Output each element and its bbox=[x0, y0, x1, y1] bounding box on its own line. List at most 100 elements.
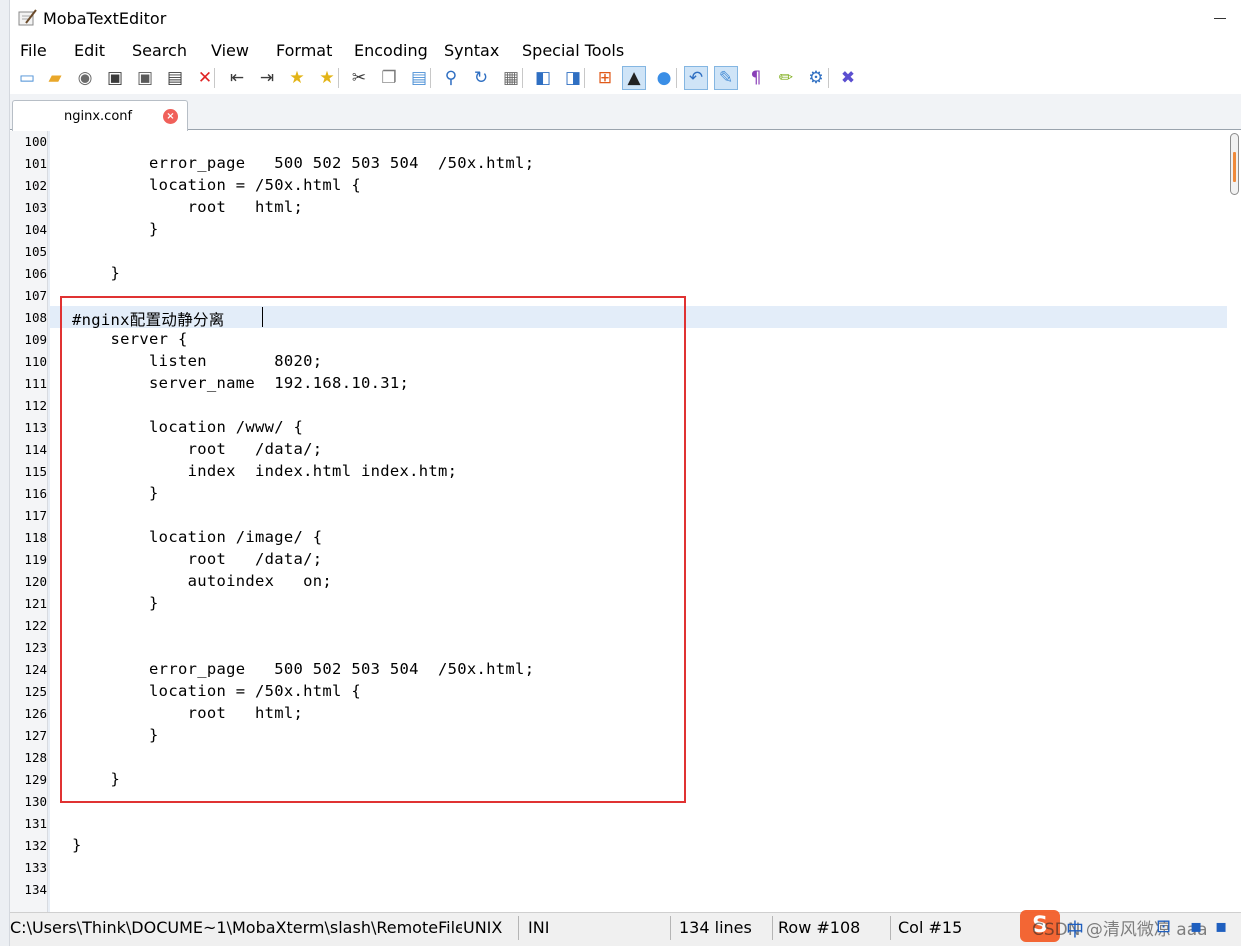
toolbar-separator bbox=[214, 68, 215, 88]
window-left-edge bbox=[0, 0, 10, 946]
window-title: MobaTextEditor bbox=[43, 9, 167, 28]
line-number: 100 bbox=[24, 134, 47, 149]
tray-icon[interactable]: ▪ bbox=[1190, 916, 1202, 937]
new-file-button[interactable]: ▭ bbox=[15, 66, 39, 90]
line-number: 110 bbox=[24, 354, 47, 369]
menu-bar: File Edit Search View Format Encoding Sy… bbox=[10, 38, 1241, 64]
line-number: 121 bbox=[24, 596, 47, 611]
menu-view[interactable]: View bbox=[209, 41, 251, 60]
code-line[interactable]: } bbox=[72, 220, 159, 238]
fold-margin bbox=[48, 131, 50, 912]
new-file-icon: ▭ bbox=[18, 68, 36, 88]
tab-nginx-conf[interactable]: nginx.conf × bbox=[12, 100, 188, 131]
highlight-button[interactable]: ✏ bbox=[774, 66, 798, 90]
open-folder-button[interactable]: ▰ bbox=[43, 66, 67, 90]
word-wrap-button[interactable]: ✎ bbox=[714, 66, 738, 90]
mac-eol-icon: ● bbox=[656, 68, 672, 88]
vertical-scrollbar[interactable] bbox=[1227, 131, 1241, 912]
line-number: 107 bbox=[24, 288, 47, 303]
line-number: 134 bbox=[24, 882, 47, 897]
menu-syntax[interactable]: Syntax bbox=[442, 41, 501, 60]
line-number: 115 bbox=[24, 464, 47, 479]
print-button[interactable]: ▤ bbox=[163, 66, 187, 90]
show-symbols-button[interactable]: ¶ bbox=[744, 66, 768, 90]
print-icon: ▤ bbox=[166, 68, 184, 88]
mac-eol-button[interactable]: ● bbox=[652, 66, 676, 90]
linux-eol-button[interactable]: ▲ bbox=[622, 66, 646, 90]
line-number: 126 bbox=[24, 706, 47, 721]
line-number: 124 bbox=[24, 662, 47, 677]
tray-icon[interactable]: ▪ bbox=[1215, 916, 1227, 937]
paste-button[interactable]: ▤ bbox=[407, 66, 431, 90]
go-to-line-icon: ▦ bbox=[502, 68, 520, 88]
settings-button[interactable]: ⚙ bbox=[804, 66, 828, 90]
line-number: 119 bbox=[24, 552, 47, 567]
bookmark-next-button[interactable]: ★ bbox=[315, 66, 339, 90]
title-bar: MobaTextEditor bbox=[10, 0, 1241, 38]
status-syntax: INI bbox=[528, 918, 550, 937]
sync-button[interactable]: ◨ bbox=[561, 66, 585, 90]
line-number: 116 bbox=[24, 486, 47, 501]
tab-close-icon[interactable]: × bbox=[163, 109, 178, 124]
toolbar: ▭ ▰ ◉ ▣ ▣ ▤ ✕ ⇤ ⇥ ★ ★ ✂ ❐ ▤ ⚲ ↻ ▦ ◧ ◨ ⊞ ▲ ● ↶ ✎ ¶ ✏ ⚙ ✖ bbox=[10, 64, 1241, 94]
code-line[interactable]: error_page 500 502 503 504 /50x.html; bbox=[72, 154, 534, 172]
status-separator bbox=[518, 916, 519, 940]
compare-button[interactable]: ◧ bbox=[531, 66, 555, 90]
cut-button[interactable]: ✂ bbox=[347, 66, 371, 90]
editor-area[interactable]: 100 101 102 103 104 105 106 107 108 109 110 111 112 1… bbox=[10, 131, 1241, 912]
save-all-button[interactable]: ▣ bbox=[133, 66, 157, 90]
paste-icon: ▤ bbox=[410, 68, 428, 88]
code-line[interactable]: } bbox=[72, 264, 120, 282]
replace-button[interactable]: ↻ bbox=[469, 66, 493, 90]
tray-icon[interactable]: ⊡ bbox=[1156, 916, 1171, 937]
scrollbar-thumb[interactable] bbox=[1230, 133, 1239, 195]
line-number: 111 bbox=[24, 376, 47, 391]
line-number: 123 bbox=[24, 640, 47, 655]
save-all-icon: ▣ bbox=[136, 68, 154, 88]
indent-button[interactable]: ⇥ bbox=[255, 66, 279, 90]
menu-special-tools[interactable]: Special Tools bbox=[520, 41, 626, 60]
menu-search[interactable]: Search bbox=[130, 41, 189, 60]
ime-indicator[interactable]: 中 bbox=[1066, 916, 1084, 942]
cut-icon: ✂ bbox=[351, 68, 367, 88]
compare-icon: ◧ bbox=[534, 68, 552, 88]
go-to-line-button[interactable]: ▦ bbox=[499, 66, 523, 90]
reload-button[interactable]: ◉ bbox=[73, 66, 97, 90]
line-number: 108 bbox=[24, 310, 47, 325]
line-number: 106 bbox=[24, 266, 47, 281]
save-icon: ▣ bbox=[106, 68, 124, 88]
find-button[interactable]: ⚲ bbox=[439, 66, 463, 90]
menu-format[interactable]: Format bbox=[274, 41, 334, 60]
annotation-red-box bbox=[60, 296, 686, 803]
settings-icon: ⚙ bbox=[808, 68, 824, 88]
line-number: 132 bbox=[24, 838, 47, 853]
status-separator bbox=[890, 916, 891, 940]
code-line[interactable]: root html; bbox=[72, 198, 303, 216]
line-number: 122 bbox=[24, 618, 47, 633]
toolbar-separator bbox=[338, 68, 339, 88]
windows-eol-button[interactable]: ⊞ bbox=[593, 66, 617, 90]
menu-edit[interactable]: Edit bbox=[72, 41, 107, 60]
exit-button[interactable]: ✖ bbox=[836, 66, 860, 90]
outdent-button[interactable]: ⇤ bbox=[225, 66, 249, 90]
highlight-icon: ✏ bbox=[778, 68, 794, 88]
toolbar-separator bbox=[676, 68, 677, 88]
minimize-button[interactable] bbox=[1209, 7, 1231, 29]
code-line[interactable]: location = /50x.html { bbox=[72, 176, 361, 194]
show-symbols-icon: ¶ bbox=[750, 68, 762, 88]
status-eol: UNIX bbox=[463, 918, 503, 937]
line-number: 117 bbox=[24, 508, 47, 523]
line-number: 102 bbox=[24, 178, 47, 193]
status-row: Row #108 bbox=[778, 918, 861, 937]
save-button[interactable]: ▣ bbox=[103, 66, 127, 90]
menu-encoding[interactable]: Encoding bbox=[352, 41, 430, 60]
status-separator bbox=[772, 916, 773, 940]
bookmark-add-button[interactable]: ★ bbox=[285, 66, 309, 90]
menu-file[interactable]: File bbox=[18, 41, 49, 60]
toolbar-separator bbox=[828, 68, 829, 88]
toolbar-separator bbox=[584, 68, 585, 88]
undo-button[interactable]: ↶ bbox=[684, 66, 708, 90]
copy-button[interactable]: ❐ bbox=[377, 66, 401, 90]
code-line[interactable]: } bbox=[72, 836, 82, 854]
line-number: 129 bbox=[24, 772, 47, 787]
